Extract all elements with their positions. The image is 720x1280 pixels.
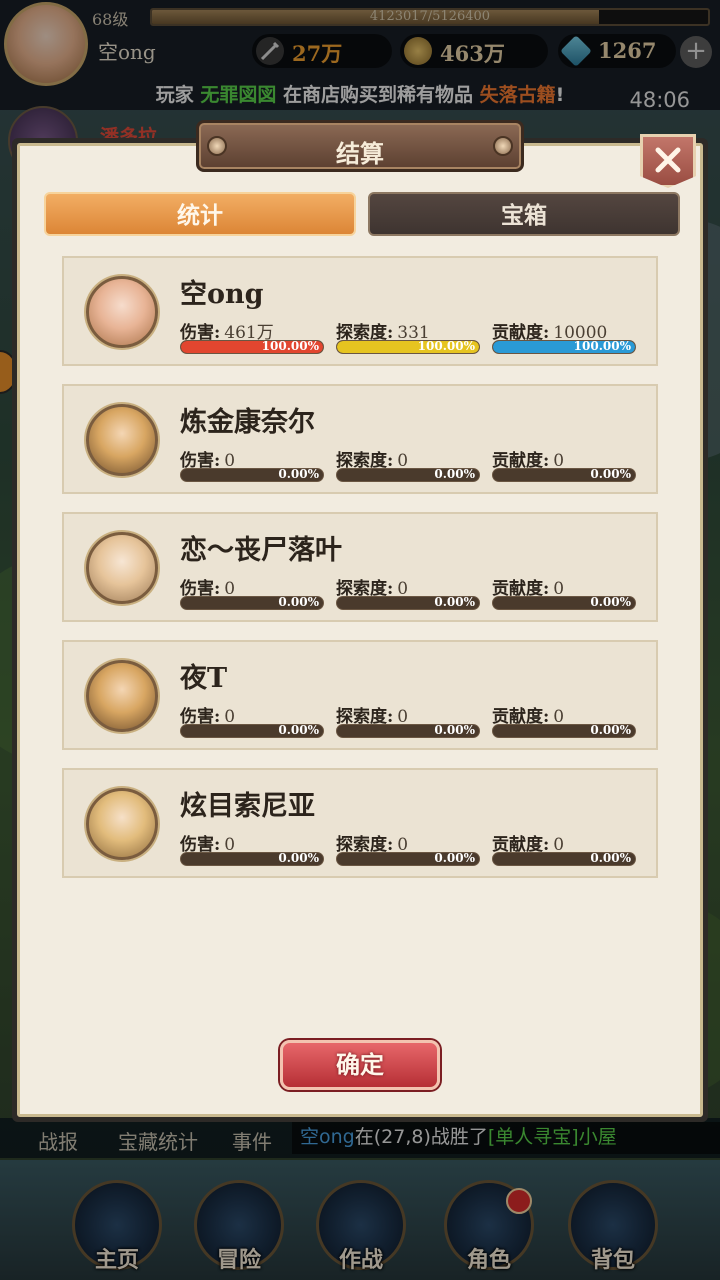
stat-explore-percent: 0.00% (434, 724, 475, 737)
stat-explore-bar: 0.00% (336, 596, 480, 610)
stat-contribution-bar: 0.00% (492, 852, 636, 866)
stat-damage-bar: 0.00% (180, 468, 324, 482)
stat-contribution-bar: 0.00% (492, 468, 636, 482)
stat-explore-percent: 0.00% (434, 852, 475, 865)
stat-explore-percent: 0.00% (434, 596, 475, 609)
stat-contribution-percent: 0.00% (590, 724, 631, 737)
player-row: 恋～丧尸落叶 伤害: 0 0.00% 探索度: 0 0.00% 贡献度: 0 0.00% (62, 512, 658, 622)
stat-contribution-bar: 0.00% (492, 724, 636, 738)
tab-statistics[interactable]: 统计 (44, 192, 356, 236)
confirm-button[interactable]: 确定 (280, 1040, 440, 1090)
stat-explore-bar: 0.00% (336, 468, 480, 482)
stat-damage-percent: 0.00% (278, 852, 319, 865)
stat-damage-bar: 0.00% (180, 724, 324, 738)
player-portrait (86, 660, 158, 732)
stat-damage-percent: 100.00% (261, 340, 319, 353)
stat-contribution-percent: 100.00% (573, 340, 631, 353)
close-icon (655, 147, 681, 173)
player-portrait (86, 532, 158, 604)
player-portrait (86, 276, 158, 348)
stat-explore-percent: 0.00% (434, 468, 475, 481)
player-row: 夜T 伤害: 0 0.00% 探索度: 0 0.00% 贡献度: 0 0.00% (62, 640, 658, 750)
stat-damage-bar: 100.00% (180, 340, 324, 354)
stat-contribution-bar: 0.00% (492, 596, 636, 610)
player-portrait (86, 404, 158, 476)
dialog-title: 结算 (336, 140, 384, 168)
player-row-name: 空ong (180, 279, 264, 310)
stat-contribution-percent: 0.00% (590, 596, 631, 609)
player-row-name: 炫目索尼亚 (180, 791, 315, 822)
player-row-name: 恋～丧尸落叶 (180, 535, 342, 566)
player-row-name: 炼金康奈尔 (180, 407, 315, 438)
stat-damage-percent: 0.00% (278, 596, 319, 609)
stat-contribution-percent: 0.00% (590, 468, 631, 481)
stat-explore-percent: 100.00% (417, 340, 475, 353)
player-row: 空ong 伤害: 461万 100.00% 探索度: 331 100.00% 贡献度: 1000… (62, 256, 658, 366)
tab-treasure-chest[interactable]: 宝箱 (368, 192, 680, 236)
stat-damage-percent: 0.00% (278, 468, 319, 481)
stat-explore-bar: 0.00% (336, 724, 480, 738)
dialog-tabs: 统计 宝箱 (44, 192, 680, 238)
stat-explore-bar: 100.00% (336, 340, 480, 354)
stat-explore-bar: 0.00% (336, 852, 480, 866)
stat-contribution-bar: 100.00% (492, 340, 636, 354)
player-row: 炫目索尼亚 伤害: 0 0.00% 探索度: 0 0.00% 贡献度: 0 0.00% (62, 768, 658, 878)
stat-damage-percent: 0.00% (278, 724, 319, 737)
player-row-name: 夜T (180, 663, 228, 694)
dialog-title-plate: 结算 (196, 120, 524, 172)
stat-contribution-percent: 0.00% (590, 852, 631, 865)
stat-damage-bar: 0.00% (180, 596, 324, 610)
player-row: 炼金康奈尔 伤害: 0 0.00% 探索度: 0 0.00% 贡献度: 0 0.00% (62, 384, 658, 494)
stat-damage-bar: 0.00% (180, 852, 324, 866)
player-portrait (86, 788, 158, 860)
